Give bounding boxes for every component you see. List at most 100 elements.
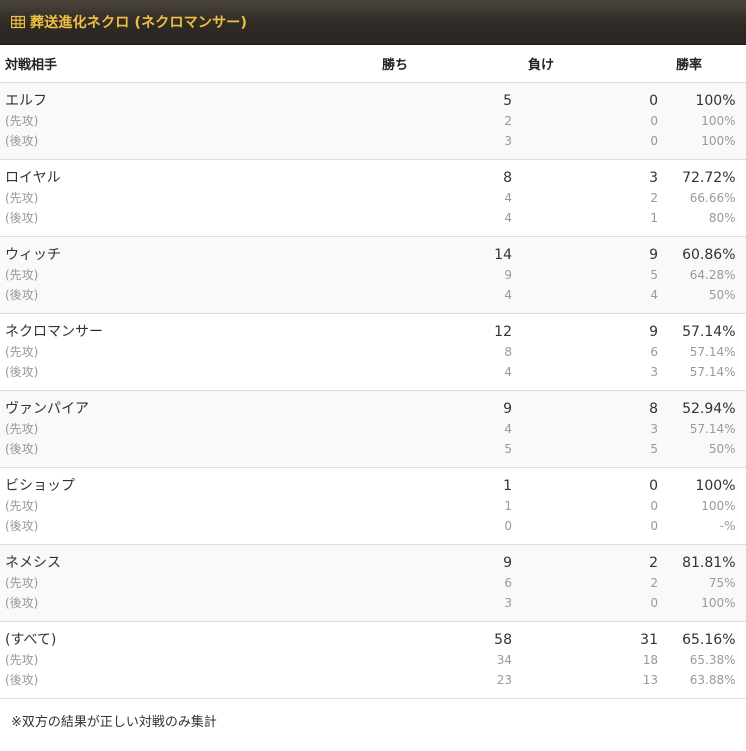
win-total: 8: [503, 169, 512, 186]
opp-total: ネメシス: [5, 554, 61, 571]
opponent-cell: ヴァンパイア (先攻) (後攻): [0, 390, 374, 468]
opp-second: (後攻): [5, 518, 39, 533]
rate-second: -%: [719, 518, 736, 533]
rate-cell: 81.81% 75% 100%: [661, 544, 746, 622]
loss-second: 0: [650, 518, 658, 533]
win-second: 5: [504, 441, 512, 456]
wins-cell: 58 34 23: [374, 621, 517, 699]
opponent-cell: ビショップ (先攻) (後攻): [0, 467, 374, 545]
column-header-losses: 負け: [517, 45, 661, 83]
losses-cell: 8 3 5: [517, 390, 661, 468]
table-row: (すべて) (先攻) (後攻) 58 34 23 31 18 13 65.16% 65.38% 63.…: [0, 621, 746, 699]
opp-total: ロイヤル: [5, 169, 61, 186]
rate-second: 100%: [701, 595, 736, 610]
opp-first: (先攻): [5, 190, 39, 205]
opp-total: エルフ: [5, 92, 47, 109]
loss-second: 5: [650, 441, 658, 456]
wins-cell: 9 4 5: [374, 390, 517, 468]
loss-first: 2: [650, 190, 658, 205]
loss-second: 0: [650, 595, 658, 610]
rate-second: 80%: [708, 210, 736, 225]
table-row: ネクロマンサー (先攻) (後攻) 12 8 4 9 6 3 57.14% 57.14% 57.14%: [0, 313, 746, 391]
losses-cell: 31 18 13: [517, 621, 661, 699]
rate-first: 66.66%: [689, 190, 736, 205]
win-second: 23: [496, 672, 512, 687]
rate-cell: 52.94% 57.14% 50%: [661, 390, 746, 468]
win-total: 1: [503, 477, 512, 494]
rate-first: 100%: [701, 113, 736, 128]
opponent-cell: ネクロマンサー (先攻) (後攻): [0, 313, 374, 391]
rate-first: 57.14%: [689, 344, 736, 359]
win-first: 4: [504, 421, 512, 436]
opp-first: (先攻): [5, 267, 39, 282]
opponent-cell: ウィッチ (先攻) (後攻): [0, 236, 374, 314]
loss-first: 5: [650, 267, 658, 282]
opp-total: (すべて): [5, 631, 57, 648]
win-second: 4: [504, 210, 512, 225]
win-second: 4: [504, 287, 512, 302]
opp-first: (先攻): [5, 575, 39, 590]
win-total: 58: [494, 631, 512, 648]
opponent-cell: (すべて) (先攻) (後攻): [0, 621, 374, 699]
opp-total: ネクロマンサー: [5, 323, 103, 340]
loss-total: 0: [649, 477, 658, 494]
wins-cell: 12 8 4: [374, 313, 517, 391]
column-header-opponent: 対戦相手: [0, 45, 374, 83]
table-body: エルフ (先攻) (後攻) 5 2 3 0 0 0 100% 100% 100% ロイヤル (先攻) (後攻…: [0, 82, 746, 699]
win-total: 9: [503, 400, 512, 417]
loss-first: 0: [650, 498, 658, 513]
rate-second: 50%: [708, 441, 736, 456]
opp-total: ヴァンパイア: [5, 400, 89, 417]
losses-cell: 0 0 0: [517, 82, 661, 160]
losses-cell: 3 2 1: [517, 159, 661, 237]
loss-total: 3: [649, 169, 658, 186]
footnote: ※双方の結果が正しい対戦のみ集計: [11, 715, 217, 730]
column-header-rate: 勝率: [661, 45, 746, 83]
loss-total: 8: [649, 400, 658, 417]
losses-cell: 9 5 4: [517, 236, 661, 314]
rate-total: 81.81%: [682, 554, 736, 571]
rate-total: 60.86%: [682, 246, 736, 263]
rate-cell: 65.16% 65.38% 63.88%: [661, 621, 746, 699]
rate-first: 75%: [708, 575, 736, 590]
loss-total: 0: [649, 92, 658, 109]
table-row: ロイヤル (先攻) (後攻) 8 4 4 3 2 1 72.72% 66.66% 80%: [0, 159, 746, 237]
opponent-cell: ロイヤル (先攻) (後攻): [0, 159, 374, 237]
opp-total: ビショップ: [5, 477, 75, 494]
rate-second: 57.14%: [689, 364, 736, 379]
rate-second: 100%: [701, 133, 736, 148]
losses-cell: 9 6 3: [517, 313, 661, 391]
table-row: エルフ (先攻) (後攻) 5 2 3 0 0 0 100% 100% 100%: [0, 82, 746, 160]
win-first: 8: [504, 344, 512, 359]
rate-first: 57.14%: [689, 421, 736, 436]
rate-cell: 57.14% 57.14% 57.14%: [661, 313, 746, 391]
rate-total: 57.14%: [682, 323, 736, 340]
rate-second: 50%: [708, 287, 736, 302]
loss-total: 2: [649, 554, 658, 571]
loss-first: 18: [642, 652, 658, 667]
opp-second: (後攻): [5, 364, 39, 379]
win-first: 9: [504, 267, 512, 282]
wins-cell: 14 9 4: [374, 236, 517, 314]
win-second: 4: [504, 364, 512, 379]
opp-total: ウィッチ: [5, 246, 61, 263]
wins-cell: 9 6 3: [374, 544, 517, 622]
table-grid-icon: [11, 15, 25, 28]
win-first: 1: [504, 498, 512, 513]
table-row: ネメシス (先攻) (後攻) 9 6 3 2 2 0 81.81% 75% 100%: [0, 544, 746, 622]
opp-second: (後攻): [5, 595, 39, 610]
rate-total: 65.16%: [682, 631, 736, 648]
loss-first: 0: [650, 113, 658, 128]
loss-second: 1: [650, 210, 658, 225]
table-row: ビショップ (先攻) (後攻) 1 1 0 0 0 0 100% 100% -%: [0, 467, 746, 545]
rate-second: 63.88%: [689, 672, 736, 687]
opp-first: (先攻): [5, 498, 39, 513]
loss-first: 2: [650, 575, 658, 590]
rate-cell: 100% 100% -%: [661, 467, 746, 545]
loss-first: 6: [650, 344, 658, 359]
opp-second: (後攻): [5, 672, 39, 687]
win-total: 9: [503, 554, 512, 571]
wins-cell: 5 2 3: [374, 82, 517, 160]
rate-total: 100%: [695, 477, 736, 494]
win-first: 34: [496, 652, 512, 667]
